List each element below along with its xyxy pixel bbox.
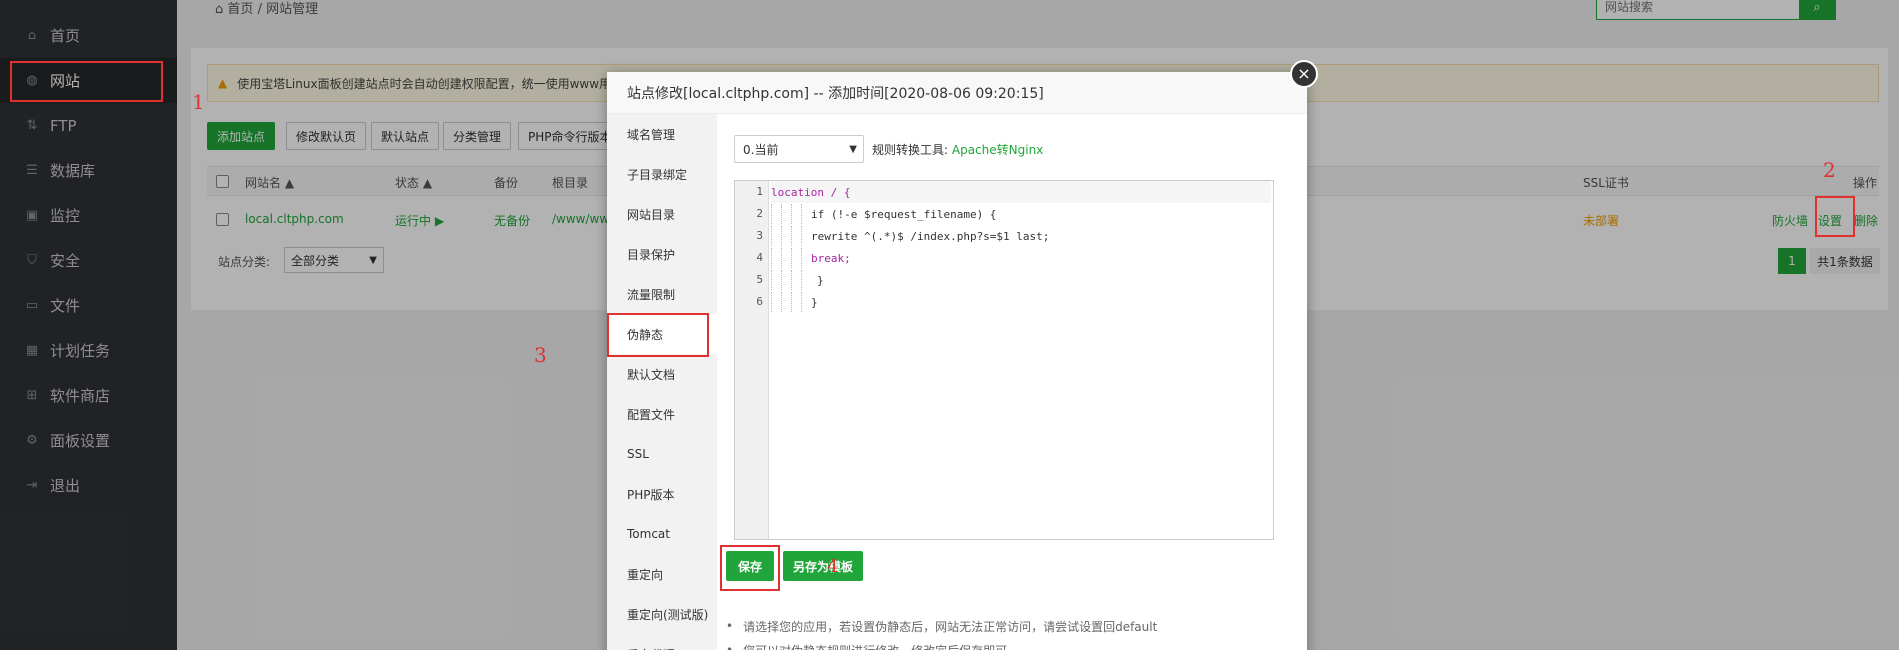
line-number: 2 [756,207,763,220]
rewrite-version-select[interactable]: 0.当前 ▼ [734,135,864,163]
rewrite-code-editor[interactable]: 1 2 3 4 5 6 location / { if (!-e $reques… [734,180,1274,540]
modal-tabs: 域名管理 子目录绑定 网站目录 目录保护 流量限制 伪静态 默认文档 配置文件 … [607,114,717,650]
code-line-6: } [771,291,1271,313]
line-number: 6 [756,295,763,308]
tab-config-file[interactable]: 配置文件 [607,394,717,434]
tips-list: 请选择您的应用，若设置伪静态后，网站无法正常访问，请尝试设置回default 您… [726,614,1296,650]
tab-tomcat[interactable]: Tomcat [607,514,717,554]
code-text: } [811,295,818,309]
modal-title: 站点修改[local.cltphp.com] -- 添加时间[2020-08-0… [607,72,1307,114]
code-line-2: if (!-e $request_filename) { [771,203,1271,225]
line-number: 1 [756,185,763,198]
tab-default-doc[interactable]: 默认文档 [607,354,717,394]
list-item: 您可以对伪静态规则进行修改，修改完后保存即可。 [726,638,1296,650]
annotation-number-4: 4 [827,556,839,577]
code-line-5: } [771,269,1271,291]
annotation-box-4 [720,545,780,591]
code-text: location / { [771,185,851,199]
code-text: rewrite ^(.*)$ /index.php?s=$1 last; [811,229,1050,243]
tab-ssl[interactable]: SSL [607,434,717,474]
apache-to-nginx-link[interactable]: Apache转Nginx [952,143,1043,157]
annotation-box-1 [10,61,163,102]
annotation-number-2: 2 [1823,158,1836,182]
close-button[interactable]: × [1290,60,1318,88]
annotation-box-3 [607,313,709,357]
tab-reverse-proxy[interactable]: 反向代理 [607,634,717,650]
line-number: 4 [756,251,763,264]
tab-site-dir[interactable]: 网站目录 [607,194,717,234]
code-line-3: rewrite ^(.*)$ /index.php?s=$1 last; [771,225,1271,247]
line-number: 5 [756,273,763,286]
rewrite-version-value: 0.当前 [743,142,779,157]
site-edit-modal: 站点修改[local.cltphp.com] -- 添加时间[2020-08-0… [607,72,1307,650]
save-as-template-button[interactable]: 另存为模板 [783,551,863,581]
convert-tool: 规则转换工具: Apache转Nginx [872,141,1043,158]
code-line-1: location / { [771,181,1271,203]
code-text: } [817,273,824,287]
line-number-gutter: 1 2 3 4 5 6 [735,181,769,539]
list-item: 请选择您的应用，若设置伪静态后，网站无法正常访问，请尝试设置回default [726,614,1296,638]
line-number: 3 [756,229,763,242]
close-icon: × [1297,64,1311,83]
tab-redirect[interactable]: 重定向 [607,554,717,594]
code-text: if (!-e $request_filename) { [811,207,997,221]
annotation-box-2 [1815,196,1855,237]
chevron-down-icon: ▼ [849,144,857,155]
annotation-number-3: 3 [534,343,547,367]
tab-traffic-limit[interactable]: 流量限制 [607,274,717,314]
annotation-number-1: 1 [192,90,205,114]
code-line-4: break; [771,247,1271,269]
convert-tool-label: 规则转换工具: [872,143,949,157]
tab-redirect-beta[interactable]: 重定向(测试版) [607,594,717,634]
tab-dir-protect[interactable]: 目录保护 [607,234,717,274]
tab-domain[interactable]: 域名管理 [607,114,717,154]
tab-subdir[interactable]: 子目录绑定 [607,154,717,194]
tab-php-version[interactable]: PHP版本 [607,474,717,514]
rewrite-pane: 0.当前 ▼ 规则转换工具: Apache转Nginx 1 2 3 4 5 6 l… [717,114,1307,650]
code-text: break; [811,251,851,265]
